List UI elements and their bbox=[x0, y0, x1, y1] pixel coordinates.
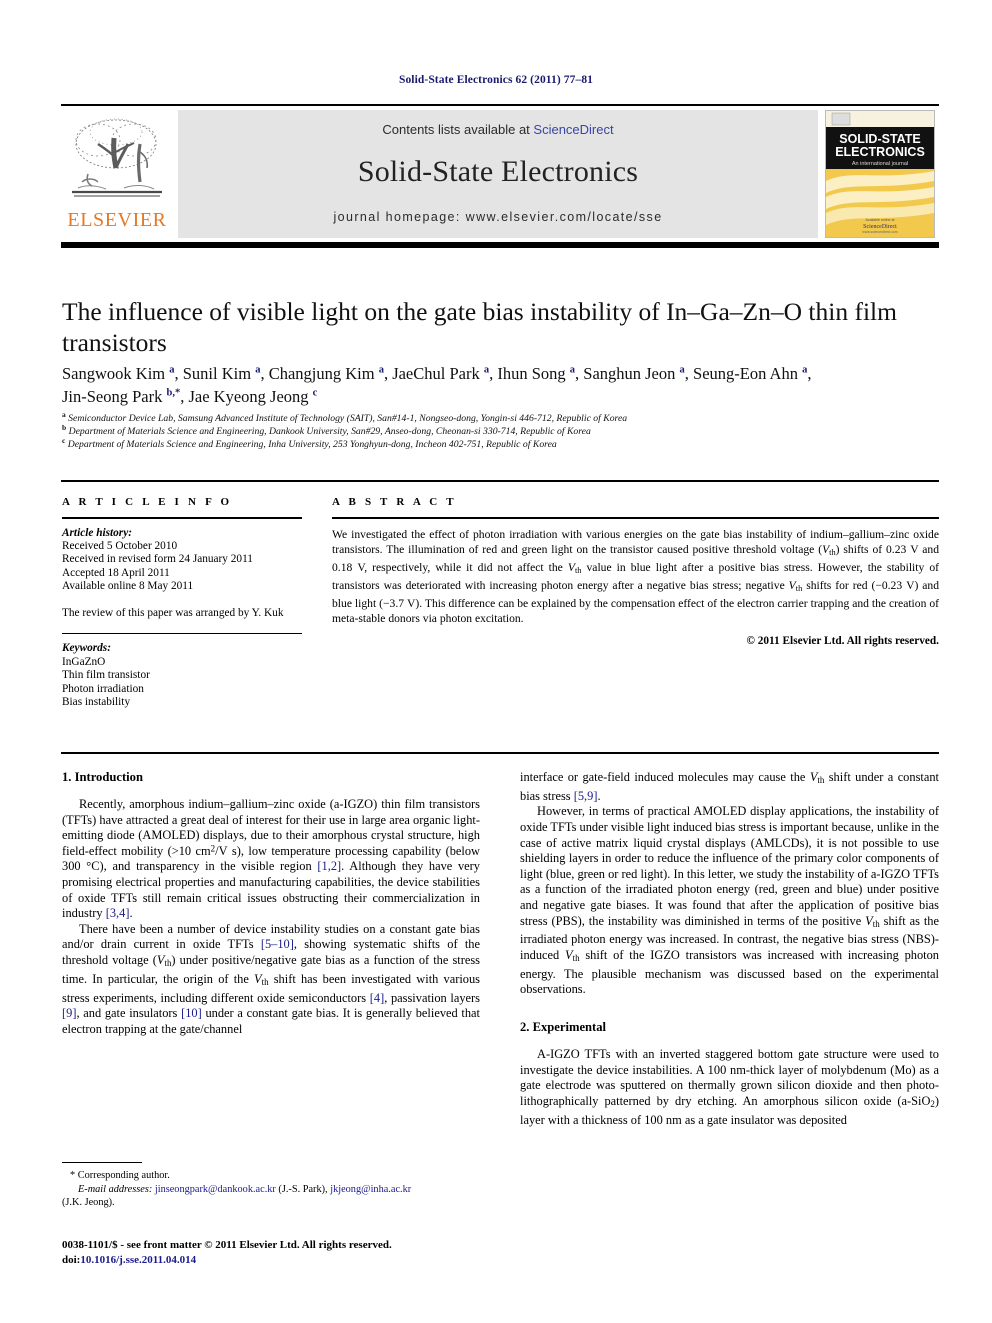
keyword-item: InGaZnO bbox=[62, 655, 106, 668]
email-label: E-mail addresses: bbox=[78, 1183, 153, 1195]
article-history-block: Article history: Received 5 October 2010… bbox=[62, 527, 302, 620]
doi-link[interactable]: 10.1016/j.sse.2011.04.014 bbox=[80, 1254, 196, 1266]
sciencedirect-link[interactable]: ScienceDirect bbox=[533, 122, 613, 137]
issn-line: 0038-1101/$ - see front matter © 2011 El… bbox=[62, 1239, 392, 1251]
contents-prefix: Contents lists available at bbox=[382, 122, 534, 137]
journal-masthead: ELSEVIER Contents lists available at Sci… bbox=[61, 104, 939, 248]
intro-paragraph-1: Recently, amorphous indium–gallium–zinc … bbox=[62, 797, 481, 921]
author-list: Sangwook Kim a, Sunil Kim a, Changjung K… bbox=[62, 362, 940, 408]
section-heading-experimental: 2. Experimental bbox=[520, 1019, 607, 1034]
journal-homepage-link[interactable]: journal homepage: www.elsevier.com/locat… bbox=[178, 210, 818, 224]
email-person-1: (J.-S. Park), bbox=[278, 1183, 328, 1195]
keywords-rule bbox=[62, 632, 302, 635]
svg-text:SOLID-STATE: SOLID-STATE bbox=[839, 132, 920, 146]
affiliation-a-text: Semiconductor Device Lab, Samsung Advanc… bbox=[68, 413, 628, 424]
experimental-paragraph-1: A-IGZO TFTs with an inverted staggered b… bbox=[520, 1046, 939, 1127]
affiliation-b: b Department of Materials Science and En… bbox=[62, 422, 591, 438]
section-heading-introduction: 1. Introduction bbox=[62, 770, 143, 784]
article-info-rule bbox=[62, 517, 302, 519]
keyword-item: Thin film transistor bbox=[62, 669, 150, 682]
history-accepted: Accepted 18 April 2011 bbox=[62, 566, 170, 579]
svg-text:ELECTRONICS: ELECTRONICS bbox=[835, 145, 925, 159]
affiliation-list: a Semiconductor Device Lab, Samsung Adva… bbox=[62, 409, 940, 452]
elsevier-tree-icon bbox=[72, 118, 162, 197]
elsevier-logo: ELSEVIER bbox=[64, 110, 170, 238]
running-head: Solid-State Electronics 62 (2011) 77–81 bbox=[398, 74, 594, 86]
paper-page: Solid-State Electronics 62 (2011) 77–81 bbox=[0, 0, 992, 1323]
contents-available-line: Contents lists available at ScienceDirec… bbox=[178, 122, 818, 137]
keyword-item: Photon irradiation bbox=[62, 682, 144, 695]
journal-title: Solid-State Electronics bbox=[357, 155, 639, 188]
elsevier-wordmark: ELSEVIER bbox=[67, 209, 167, 231]
body-column-left: 1. Introduction Recently, amorphous indi… bbox=[62, 770, 480, 1037]
affiliation-b-text: Department of Materials Science and Engi… bbox=[68, 426, 591, 438]
body-column-right: interface or gate-field induced molecule… bbox=[520, 770, 939, 1128]
abstract-column: A B S T R A C T We investigated the effe… bbox=[332, 496, 939, 647]
article-history-label: Article history: bbox=[62, 526, 132, 539]
masthead-band: Contents lists available at ScienceDirec… bbox=[178, 110, 818, 238]
history-spacer bbox=[62, 594, 302, 607]
journal-cover-image: SOLID-STATE ELECTRONICS An international… bbox=[826, 111, 934, 237]
email-link-1[interactable]: jinseongpark@dankook.ac.kr bbox=[155, 1184, 276, 1195]
info-band-top-rule bbox=[61, 480, 939, 482]
masthead-bottom-rule bbox=[61, 242, 939, 248]
doi-line: doi:10.1016/j.sse.2011.04.014 bbox=[62, 1253, 492, 1268]
imprint-block: 0038-1101/$ - see front matter © 2011 El… bbox=[62, 1238, 492, 1267]
history-received: Received 5 October 2010 bbox=[62, 539, 178, 552]
corresponding-author-note: * Corresponding author. E-mail addresses… bbox=[62, 1169, 480, 1209]
history-online: Available online 8 May 2011 bbox=[62, 580, 194, 593]
affiliation-c: c Department of Materials Science and En… bbox=[62, 436, 557, 451]
footnote-rule bbox=[62, 1162, 142, 1164]
abstract-text: We investigated the effect of photon irr… bbox=[332, 527, 939, 626]
info-band-bottom-rule bbox=[61, 752, 939, 754]
article-info-heading: A R T I C L E I N F O bbox=[62, 496, 233, 508]
journal-cover-thumbnail: SOLID-STATE ELECTRONICS An international… bbox=[825, 110, 935, 238]
affiliation-c-text: Department of Materials Science and Engi… bbox=[67, 439, 557, 451]
svg-text:www.sciencedirect.com: www.sciencedirect.com bbox=[862, 230, 897, 234]
corresponding-author-line: * Corresponding author. bbox=[70, 1170, 170, 1182]
email-link-2[interactable]: jkjeong@inha.ac.kr bbox=[330, 1184, 411, 1195]
abstract-copyright: © 2011 Elsevier Ltd. All rights reserved… bbox=[746, 635, 939, 648]
footnote-block: * Corresponding author. E-mail addresses… bbox=[62, 1162, 480, 1209]
svg-text:An international journal: An international journal bbox=[852, 161, 908, 167]
keywords-label: Keywords: bbox=[62, 642, 111, 655]
author-line-2: Jin-Seong Park b,*, Jae Kyeong Jeong c bbox=[62, 387, 318, 406]
abstract-rule bbox=[332, 517, 939, 519]
intro-paragraph-2: There have been a number of device insta… bbox=[62, 921, 480, 1036]
author-line-1: Sangwook Kim a, Sunil Kim a, Changjung K… bbox=[62, 364, 812, 383]
keywords-block: Keywords: InGaZnO Thin film transistor P… bbox=[62, 642, 302, 709]
intro-paragraph-3: However, in terms of practical AMOLED di… bbox=[520, 804, 939, 997]
keyword-item: Bias instability bbox=[62, 696, 131, 709]
review-note: The review of this paper was arranged by… bbox=[62, 606, 284, 619]
history-revised: Received in revised form 24 January 2011 bbox=[62, 553, 253, 566]
abstract-heading: A B S T R A C T bbox=[332, 496, 457, 508]
email-person-2: (J.K. Jeong). bbox=[62, 1196, 115, 1208]
svg-text:Available online at: Available online at bbox=[865, 218, 894, 222]
page-title: The influence of visible light on the ga… bbox=[62, 297, 897, 357]
doi-label: doi: bbox=[62, 1253, 81, 1266]
email-addresses-line: E-mail addresses: jinseongpark@dankook.a… bbox=[62, 1183, 480, 1196]
masthead-top-rule bbox=[61, 104, 939, 106]
affiliation-a: a Semiconductor Device Lab, Samsung Adva… bbox=[62, 409, 628, 424]
intro-paragraph-2-continued: interface or gate-field induced molecule… bbox=[520, 770, 939, 803]
article-info-column: A R T I C L E I N F O Article history: R… bbox=[62, 496, 302, 709]
